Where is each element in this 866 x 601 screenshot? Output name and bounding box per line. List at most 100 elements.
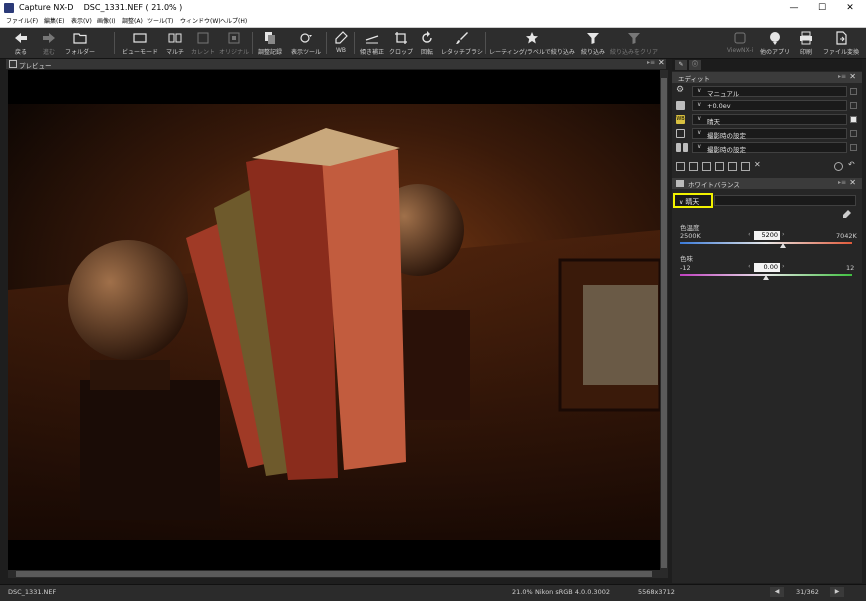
edit-checkbox[interactable] <box>850 116 857 123</box>
previous-image-button[interactable]: ◀ <box>770 587 784 597</box>
chevron-down-icon: ∨ <box>697 129 702 136</box>
control-point-icon[interactable] <box>741 162 750 171</box>
convert-label: ファイル変換 <box>822 49 859 56</box>
crop-button[interactable]: クロップ <box>387 28 415 58</box>
filter-button[interactable]: 絞り込み <box>578 28 608 58</box>
edit-row-shooting-settings-2[interactable]: ∨ 撮影時の設定 <box>672 141 862 154</box>
multi-button[interactable]: マルチ <box>162 28 188 58</box>
temperature-min: 2500K <box>680 232 701 240</box>
printer-icon <box>800 31 812 45</box>
folder-button[interactable]: フォルダー <box>62 28 98 58</box>
tint-input[interactable]: 0.00 <box>754 263 780 272</box>
print-label: 印刷 <box>799 49 812 56</box>
view-mode-button[interactable]: ビューモード <box>118 28 162 58</box>
menu-tools[interactable]: ツール(T) <box>147 17 173 27</box>
close-panel-icon[interactable]: ✕ <box>849 178 856 187</box>
temperature-decrement[interactable]: ‹ <box>748 230 751 238</box>
straighten-button[interactable]: 傾き補正 <box>357 28 387 58</box>
convert-button[interactable]: ファイル変換 <box>820 28 862 58</box>
close-panel-icon[interactable]: ✕ <box>849 72 856 81</box>
tab-info[interactable]: ⓘ <box>689 60 701 70</box>
levels-icon[interactable] <box>676 162 685 171</box>
temperature-slider-track[interactable] <box>680 242 852 244</box>
status-filename: DSC_1331.NEF <box>8 588 57 596</box>
edit-row-white-balance[interactable]: WB ∨ 晴天 <box>672 113 862 126</box>
viewnx-button[interactable]: ViewNX-i <box>724 28 756 58</box>
menu-file[interactable]: ファイル(F) <box>6 17 38 27</box>
tint-slider-thumb[interactable] <box>763 275 769 280</box>
menu-adjust[interactable]: 調整(A) <box>122 17 143 27</box>
edit-dropdown[interactable]: ∨ 撮影時の設定 <box>692 128 847 140</box>
pin-icon[interactable]: ▸≡ <box>647 59 655 66</box>
display-tools-button[interactable]: 表示ツール <box>287 28 325 58</box>
vignette-icon[interactable] <box>689 162 698 171</box>
arrow-right-icon <box>43 33 55 43</box>
pin-icon[interactable]: ▸≡ <box>838 179 846 186</box>
minimize-button[interactable]: — <box>780 0 808 17</box>
rotate-icon <box>422 31 432 43</box>
edit-checkbox[interactable] <box>850 88 857 95</box>
rotate-button[interactable]: 回転 <box>415 28 439 58</box>
back-button[interactable]: 戻る <box>8 28 34 58</box>
tint-decrement[interactable]: ‹ <box>748 262 751 270</box>
current-button[interactable]: カレント <box>188 28 218 58</box>
wb-icon: WB <box>676 115 685 124</box>
eyedropper-icon[interactable] <box>842 209 852 219</box>
picture-control-sub-icon <box>676 143 681 152</box>
forward-button[interactable]: 進む <box>36 28 62 58</box>
temperature-increment[interactable]: › <box>782 230 785 238</box>
temperature-slider-thumb[interactable] <box>780 243 787 248</box>
bookends-photo <box>8 70 660 570</box>
edit-row-picture-control[interactable]: ⚙ ∨ マニュアル <box>672 85 862 98</box>
edit-dropdown[interactable]: ∨ +0.0ev <box>692 100 847 111</box>
photo-preview[interactable] <box>8 70 660 570</box>
wb-button[interactable]: WB <box>330 28 352 58</box>
wb-mode-dropdown-extension[interactable] <box>714 195 856 206</box>
edit-checkbox[interactable] <box>850 102 857 109</box>
undo-icon[interactable]: ↶ <box>848 160 857 169</box>
horizontal-scroll-thumb[interactable] <box>16 571 652 577</box>
menu-view[interactable]: 表示(V) <box>71 17 92 27</box>
app-icon <box>4 3 14 13</box>
status-dimensions: 5568x3712 <box>638 588 675 596</box>
title-bar: Capture NX-D DSC_1331.NEF ( 21.0% ) — ☐ … <box>0 0 866 17</box>
view-mode-label: ビューモード <box>121 49 158 56</box>
history-button[interactable]: 調整記録 <box>254 28 286 58</box>
forward-label: 進む <box>42 49 55 56</box>
pin-icon[interactable]: ▸≡ <box>838 73 846 80</box>
original-icon <box>228 32 240 44</box>
other-apps-button[interactable]: 他のアプリ <box>758 28 792 58</box>
tab-edit[interactable]: ✎ <box>675 60 687 70</box>
edit-row-exposure[interactable]: ∨ +0.0ev <box>672 99 862 112</box>
menu-edit[interactable]: 編集(E) <box>44 17 64 27</box>
vertical-scroll-thumb[interactable] <box>661 78 667 568</box>
noise-icon[interactable] <box>715 162 724 171</box>
rating-filter-button[interactable]: レーティング/ラベルで絞り込み <box>487 28 577 58</box>
temperature-input[interactable]: 5200 <box>754 231 780 240</box>
tone-icon[interactable] <box>728 162 737 171</box>
menu-window[interactable]: ウィンドウ(W) <box>180 17 221 27</box>
straighten-icon <box>365 35 379 44</box>
maximize-button[interactable]: ☐ <box>808 0 836 17</box>
edit-dropdown[interactable]: ∨ 晴天 <box>692 114 847 126</box>
print-button[interactable]: 印刷 <box>794 28 818 58</box>
edit-checkbox[interactable] <box>850 144 857 151</box>
close-panel-icon[interactable]: ✕ <box>658 58 665 67</box>
tools-icon[interactable]: ✕ <box>754 160 763 169</box>
history-badge-icon[interactable] <box>834 162 843 171</box>
edit-dropdown[interactable]: ∨ マニュアル <box>692 86 847 98</box>
retouch-brush-button[interactable]: レタッチブラシ <box>441 28 483 58</box>
lens-icon[interactable] <box>702 162 711 171</box>
original-button[interactable]: オリジナル <box>218 28 250 58</box>
close-button[interactable]: ✕ <box>836 0 864 17</box>
menu-image[interactable]: 画像(I) <box>97 17 115 27</box>
next-image-button[interactable]: ▶ <box>830 587 844 597</box>
clear-filter-button[interactable]: 絞り込みをクリア <box>608 28 660 58</box>
wb-mode-dropdown[interactable]: ∨ 晴天 <box>673 193 713 208</box>
status-color-space: Nikon sRGB 4.0.0.3002 <box>535 588 610 596</box>
tint-increment[interactable]: › <box>782 262 785 270</box>
edit-dropdown[interactable]: ∨ 撮影時の設定 <box>692 142 847 154</box>
menu-help[interactable]: ヘルプ(H) <box>220 17 247 27</box>
edit-row-shooting-settings[interactable]: ∨ 撮影時の設定 <box>672 127 862 140</box>
edit-checkbox[interactable] <box>850 130 857 137</box>
